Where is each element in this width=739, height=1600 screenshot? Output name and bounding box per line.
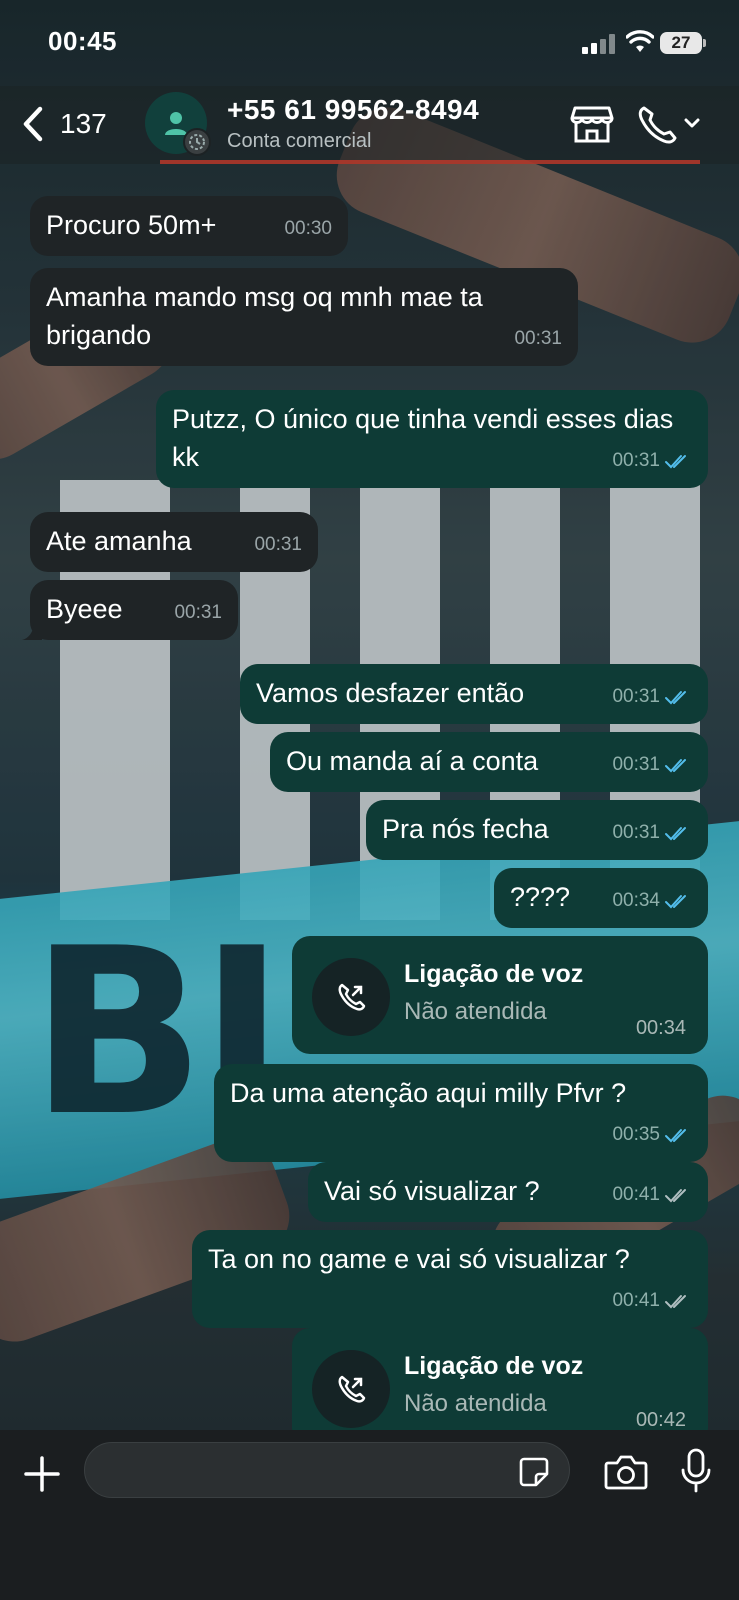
contact-subtitle: Conta comercial bbox=[227, 130, 372, 152]
call-time: 00:34 bbox=[635, 1017, 686, 1039]
missed-call-icon bbox=[312, 958, 390, 1036]
call-status: Não atendida bbox=[404, 1390, 547, 1417]
missed-voice-call-card[interactable]: Ligação de voz Não atendida 00:42 bbox=[292, 1328, 708, 1446]
message-time: 00:34 bbox=[612, 882, 692, 920]
read-ticks-icon bbox=[665, 691, 686, 705]
message-incoming[interactable]: Amanha mando msg oq mnh mae ta brigando … bbox=[30, 268, 578, 366]
message-outgoing[interactable]: Vamos desfazer então 00:31 bbox=[240, 664, 708, 724]
read-ticks-icon bbox=[665, 759, 686, 773]
plus-icon[interactable] bbox=[22, 1454, 62, 1494]
read-ticks-icon bbox=[665, 895, 686, 909]
message-time: 00:35 bbox=[612, 1116, 692, 1154]
unread-count: 137 bbox=[60, 108, 107, 139]
message-time: 00:31 bbox=[612, 678, 692, 716]
chat-header: 137 +55 61 99562-8494 Conta comercial bbox=[0, 86, 739, 164]
message-time: 00:41 bbox=[612, 1176, 692, 1214]
delivered-ticks-icon bbox=[665, 1295, 686, 1309]
store-icon[interactable] bbox=[570, 102, 614, 146]
back-icon bbox=[23, 106, 43, 142]
message-outgoing[interactable]: Ta on no game e vai só visualizar ? 00:4… bbox=[192, 1230, 708, 1328]
call-time: 00:42 bbox=[635, 1409, 686, 1431]
call-status: Não atendida bbox=[404, 998, 547, 1025]
sticker-icon[interactable] bbox=[518, 1456, 550, 1488]
composer-bar bbox=[0, 1430, 739, 1600]
message-outgoing[interactable]: Putzz, O único que tinha vendi esses dia… bbox=[156, 390, 708, 488]
battery-indicator: 27 bbox=[660, 32, 702, 54]
wifi-icon bbox=[626, 30, 654, 52]
mic-icon[interactable] bbox=[680, 1448, 712, 1494]
message-outgoing[interactable]: Ou manda aí a conta 00:31 bbox=[270, 732, 708, 792]
business-badge-icon bbox=[183, 128, 211, 156]
call-title: Ligação de voz bbox=[404, 1352, 584, 1380]
message-time: 00:31 bbox=[612, 442, 692, 480]
camera-icon[interactable] bbox=[604, 1454, 648, 1490]
header-divider bbox=[160, 160, 700, 164]
message-incoming[interactable]: Ate amanha 00:31 bbox=[30, 512, 318, 572]
status-bar: 00:45 27 bbox=[0, 0, 739, 86]
message-outgoing[interactable]: Pra nós fecha 00:31 bbox=[366, 800, 708, 860]
call-title: Ligação de voz bbox=[404, 960, 584, 988]
read-ticks-icon bbox=[665, 827, 686, 841]
read-ticks-icon bbox=[665, 455, 686, 469]
back-button[interactable]: 137 bbox=[20, 102, 120, 146]
message-time: 00:31 bbox=[514, 328, 562, 349]
message-outgoing[interactable]: Da uma atenção aqui milly Pfvr ? 00:35 bbox=[214, 1064, 708, 1162]
message-outgoing[interactable]: ???? 00:34 bbox=[494, 868, 708, 928]
message-time: 00:30 bbox=[284, 218, 332, 239]
signal-icon bbox=[582, 34, 616, 54]
message-input[interactable] bbox=[84, 1442, 570, 1498]
missed-call-icon bbox=[312, 1350, 390, 1428]
missed-voice-call-card[interactable]: Ligação de voz Não atendida 00:34 bbox=[292, 936, 708, 1054]
message-incoming[interactable]: Procuro 50m+ 00:30 bbox=[30, 196, 348, 256]
message-time: 00:31 bbox=[254, 534, 302, 555]
message-time: 00:31 bbox=[612, 814, 692, 852]
read-ticks-icon bbox=[665, 1129, 686, 1143]
battery-tip bbox=[703, 39, 706, 47]
message-time: 00:31 bbox=[612, 746, 692, 784]
contact-name[interactable]: +55 61 99562-8494 bbox=[227, 94, 479, 126]
status-time: 00:45 bbox=[48, 26, 117, 56]
phone-icon[interactable] bbox=[636, 102, 706, 146]
message-incoming[interactable]: Byeee 00:31 bbox=[22, 580, 238, 640]
message-time: 00:31 bbox=[174, 602, 222, 623]
delivered-ticks-icon bbox=[665, 1189, 686, 1203]
message-outgoing[interactable]: Vai só visualizar ? 00:41 bbox=[308, 1162, 708, 1222]
message-time: 00:41 bbox=[612, 1282, 692, 1320]
